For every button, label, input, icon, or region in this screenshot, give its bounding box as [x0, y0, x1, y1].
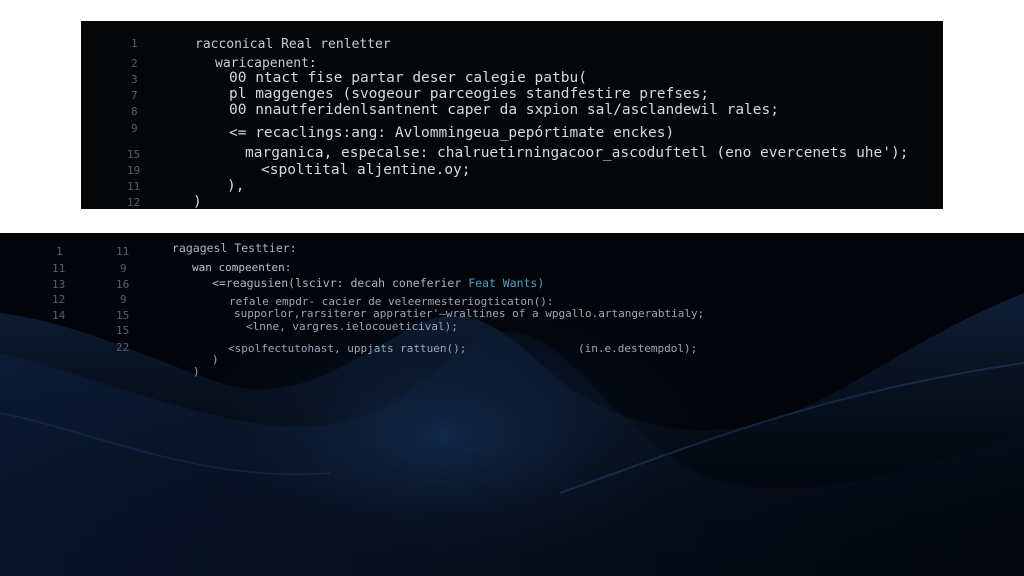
line-number: 8 [131, 105, 138, 118]
accent-text: Feat Wants) [468, 276, 545, 290]
line-number: 3 [131, 73, 138, 86]
code-line: waricapenent: [215, 56, 317, 71]
line-number: 11 [116, 245, 130, 258]
line-number: 2 [131, 57, 138, 70]
line-number: 19 [127, 164, 141, 177]
line-number: 22 [116, 341, 130, 354]
code-line: ) [212, 353, 219, 366]
code-line: ), [227, 178, 245, 194]
code-line: <lnne, vargres.ielocoueticival); [246, 320, 458, 333]
code-line: pl maggenges (svogeour parceogies standf… [229, 86, 710, 102]
line-number: 1 [56, 245, 63, 258]
code-line: 00 nnautferidenlsantnent caper da sxpion… [229, 102, 779, 118]
bottom-code-region: 1 11 13 12 14 11 9 16 9 15 15 22 ragages… [0, 233, 1024, 576]
line-number: 12 [52, 293, 66, 306]
line-number: 14 [52, 309, 66, 322]
top-code-panel: 1 2 3 7 8 9 15 19 11 12 racconical Real … [81, 21, 943, 209]
line-number: 11 [127, 180, 141, 193]
line-number: 9 [120, 262, 127, 275]
code-line: marganica, especalse: chalruetirningacoo… [245, 145, 909, 161]
code-line: wan compeenten: [192, 261, 292, 274]
code-line: racconical Real renletter [195, 37, 391, 52]
line-number: 11 [52, 262, 66, 275]
line-number: 9 [131, 122, 138, 135]
line-number: 15 [127, 148, 141, 161]
line-number: 15 [116, 324, 130, 337]
code-line: <= recaclings:ang: Avlommingeua_pepórtim… [229, 125, 675, 141]
line-number: 7 [131, 89, 138, 102]
code-line: ) [193, 194, 202, 210]
code-line: ) [193, 365, 200, 378]
line-number: 16 [116, 278, 130, 291]
code-line: <spoltital aljentine.oy; [261, 162, 471, 178]
line-number: 15 [116, 309, 130, 322]
code-line: (in.e.destempdol); [578, 342, 698, 355]
code-line: 00 ntact fise partar deser calegie patbu… [229, 70, 587, 86]
code-line: ragagesl Testtier: [172, 241, 297, 255]
code-line: <spolfectutohast, uppjats rattuen(); [228, 342, 467, 355]
line-number: 1 [131, 37, 138, 50]
line-number: 13 [52, 278, 66, 291]
code-line: refale empdr- cacier de veleermesteriogt… [229, 295, 554, 308]
code-line: <=reagusien(lscivr: decah coneferier Fea… [212, 276, 545, 290]
line-number: 9 [120, 293, 127, 306]
line-number: 12 [127, 196, 141, 209]
code-line: supporlor,rarsiterer appratier'—wraltine… [234, 307, 705, 320]
